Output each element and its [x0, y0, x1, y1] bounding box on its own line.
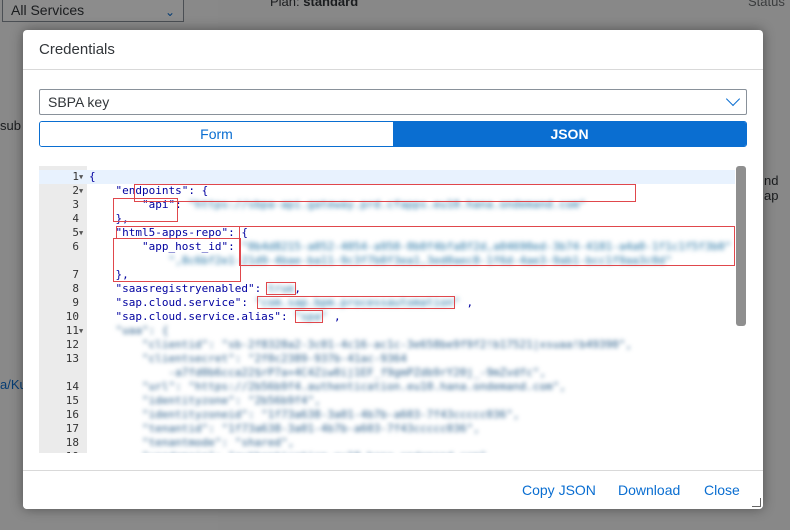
line-number: 18 — [65, 436, 79, 449]
download-button[interactable]: Download — [618, 471, 680, 509]
dialog-footer: Copy JSON Download Close — [23, 470, 763, 509]
highlight-box-html5-block — [113, 238, 241, 282]
highlight-box-cloud-service — [257, 296, 455, 309]
fold-toggle-icon[interactable]: ▼ — [79, 184, 83, 198]
code-text: "tenantid": "1f73a638-3a01-4b7b-a603-7f4… — [89, 422, 480, 436]
code-text: -a7fd0b6cca22$rP7a+4C4Ziw0ij1EF_f9gmPZdb… — [89, 366, 546, 380]
editor-scrollbar-thumb[interactable] — [736, 166, 746, 326]
highlight-box-saas — [266, 282, 296, 295]
line-number: 2 — [72, 184, 79, 197]
highlight-box-endpoints — [134, 184, 636, 202]
line-number: 12 — [65, 338, 79, 351]
line-number: 1 — [72, 170, 79, 183]
line-number: 7 — [72, 268, 79, 281]
fold-toggle-icon[interactable]: ▼ — [79, 324, 83, 338]
code-text: "url": "https://2b56b9f4.authentication.… — [89, 380, 566, 394]
credentials-dialog: Credentials SBPA key Form JSON 1 ▼{2 ▼ "en… — [23, 30, 763, 509]
masked-value: "identityzone": "2b56b9f4", — [89, 394, 321, 407]
code-text: "clientid": "sb-2f8328a2-3c01-4c16-ac1c-… — [89, 338, 632, 352]
line-number: 6 — [72, 240, 79, 253]
active-line-highlight — [39, 170, 735, 184]
json-key: "sap.cloud.service.alias": — [89, 310, 295, 323]
json-key: "saasregistryenabled": — [89, 282, 268, 295]
dialog-header: Credentials — [23, 30, 763, 70]
close-button[interactable]: Close — [704, 471, 740, 509]
masked-value: "tenantmode": "shared", — [89, 436, 295, 449]
resize-handle-icon[interactable] — [752, 498, 761, 507]
line-number: 10 — [65, 310, 79, 323]
chevron-down-icon — [725, 91, 741, 107]
masked-value: "uaadomain": "authentication.eu10.hana.o… — [89, 450, 493, 453]
highlight-box-api — [113, 198, 178, 222]
fold-toggle-icon[interactable]: ▼ — [79, 170, 83, 184]
code-text: "tenantmode": "shared", — [89, 436, 294, 450]
masked-value: "uaa": { — [89, 324, 169, 337]
code-text: "uaadomain": "authentication.eu10.hana.o… — [89, 450, 493, 453]
json-key: "sap.cloud.service": — [89, 296, 255, 309]
code-token: , — [327, 310, 341, 323]
masked-value: "clientsecret": "2f0c2389-937b-41ac-9364 — [89, 352, 407, 365]
line-number: 17 — [65, 422, 79, 435]
code-text: "identityzoneid": "1f73a638-3a01-4b7b-a6… — [89, 408, 520, 422]
line-number: 16 — [65, 408, 79, 421]
code-text: "clientsecret": "2f0c2389-937b-41ac-9364 — [89, 352, 407, 366]
line-number: 13 — [65, 352, 79, 365]
service-key-select[interactable]: SBPA key — [39, 89, 747, 115]
line-number: 14 — [65, 380, 79, 393]
masked-value: "clientid": "sb-2f8328a2-3c01-4c16-ac1c-… — [89, 338, 633, 351]
tab-json[interactable]: JSON — [393, 122, 746, 146]
line-number: 9 — [72, 296, 79, 309]
line-number: 4 — [72, 212, 79, 225]
line-number: 19 — [39, 450, 79, 453]
masked-value: "tenantid": "1f73a638-3a01-4b7b-a603-7f4… — [89, 422, 480, 435]
code-text: "uaa": { — [89, 324, 168, 338]
dialog-title: Credentials — [39, 41, 115, 58]
editor-scrollbar[interactable] — [735, 166, 747, 453]
code-text: "identityzone": "2b56b9f4", — [89, 394, 321, 408]
line-number: 5 — [72, 226, 79, 239]
masked-value: "url": "https://2b56b9f4.authentication.… — [89, 380, 566, 393]
highlight-box-app-host-id — [239, 226, 735, 266]
line-number: 3 — [72, 198, 79, 211]
masked-value: "identityzoneid": "1f73a638-3a01-4b7b-a6… — [89, 408, 520, 421]
masked-value: -a7fd0b6cca22$rP7a+4C4Ziw0ij1EF_f9gmPZdb… — [89, 366, 546, 379]
line-number: 8 — [72, 282, 79, 295]
code-text: { — [89, 170, 96, 184]
highlight-box-alias — [295, 310, 323, 323]
line-number: 15 — [65, 394, 79, 407]
json-editor[interactable]: 1 ▼{2 ▼ "endpoints": {3 "api": "https://sb… — [39, 166, 747, 453]
code-token: , — [459, 296, 474, 309]
view-mode-toggle: Form JSON — [39, 121, 747, 147]
line-number: 11 — [65, 324, 79, 337]
copy-json-button[interactable]: Copy JSON — [522, 471, 596, 509]
fold-toggle-icon[interactable]: ▼ — [79, 226, 83, 240]
tab-form[interactable]: Form — [40, 122, 393, 146]
service-key-value: SBPA key — [48, 94, 110, 110]
code-token: { — [89, 170, 96, 183]
dialog-body: SBPA key Form JSON 1 ▼{2 ▼ "endpoints": {3… — [23, 70, 763, 470]
